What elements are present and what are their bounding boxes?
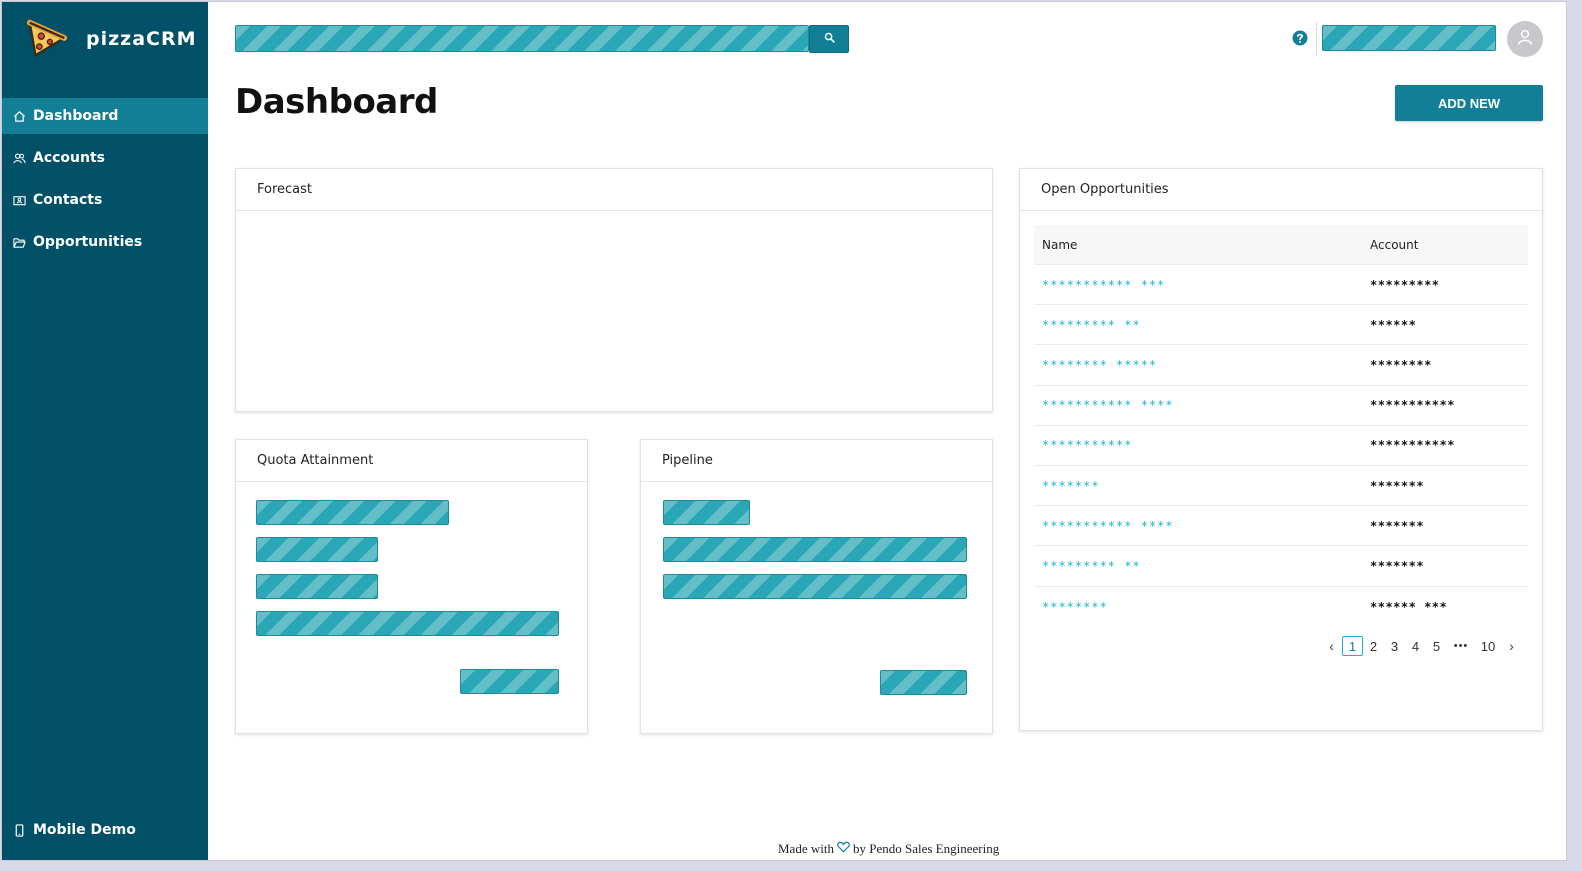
pipeline-placeholder-bar: [663, 537, 967, 562]
table-row: ********* ** ******: [1034, 305, 1528, 346]
pipeline-card: Pipeline: [640, 439, 993, 734]
footer-made-with: Made with: [778, 841, 834, 856]
pizza-logo-icon[interactable]: [24, 14, 70, 62]
card-title: Forecast: [236, 169, 992, 211]
table-row: *********** **** *******: [1034, 506, 1528, 547]
table-row: ******** ***** ********: [1034, 345, 1528, 386]
mobile-demo-link[interactable]: Mobile Demo: [2, 816, 208, 844]
heart-icon: [837, 841, 850, 857]
footer: Made with by Pendo Sales Engineering: [778, 841, 999, 857]
card-title: Quota Attainment: [236, 440, 587, 482]
pagination-prev-icon[interactable]: ‹: [1321, 636, 1342, 656]
table-row: *********** ***********: [1034, 426, 1528, 466]
account-name: ********: [1370, 357, 1432, 372]
pagination-ellipsis-icon[interactable]: •••: [1447, 636, 1475, 656]
card-title: Open Opportunities: [1020, 169, 1542, 211]
opportunity-name-link[interactable]: ******** *****: [1034, 358, 1363, 372]
pipeline-placeholder-bar: [663, 574, 967, 599]
mobile-demo-label: Mobile Demo: [33, 822, 136, 838]
table-row: *********** *** *********: [1034, 265, 1528, 306]
opportunity-name-link[interactable]: *******: [1034, 479, 1363, 493]
account-name: ****** ***: [1370, 599, 1448, 614]
search-icon: [824, 30, 835, 48]
quota-placeholder-button[interactable]: [460, 669, 559, 694]
sidebar-item-accounts[interactable]: Accounts: [2, 140, 208, 176]
add-new-button[interactable]: ADD NEW: [1395, 85, 1543, 121]
quota-placeholder-bar: [256, 574, 378, 599]
page-10-button[interactable]: 10: [1475, 636, 1501, 656]
sidebar-item-label: Contacts: [33, 192, 103, 208]
table-row: ******** ****** ***: [1034, 587, 1528, 627]
pagination: ‹ 1 2 3 4 5 ••• 10 ›: [1321, 636, 1522, 656]
avatar[interactable]: [1507, 21, 1543, 57]
mobile-phone-icon: [12, 823, 26, 837]
opportunity-name-link[interactable]: ***********: [1034, 438, 1363, 452]
table-row: *********** **** ***********: [1034, 386, 1528, 426]
account-name: *******: [1370, 558, 1425, 573]
quota-placeholder-bar: [256, 611, 559, 636]
sidebar-item-opportunities[interactable]: Opportunities: [2, 224, 208, 260]
account-name: *******: [1370, 478, 1425, 493]
search-button[interactable]: [809, 25, 849, 53]
users-icon: [12, 151, 26, 165]
sidebar-item-label: Opportunities: [33, 234, 143, 250]
user-icon: [1516, 28, 1534, 51]
page-5-button[interactable]: 5: [1426, 636, 1447, 656]
contact-card-icon: [12, 193, 26, 207]
table-row: ********* ** *******: [1034, 546, 1528, 587]
card-title: Pipeline: [641, 440, 992, 482]
pipeline-placeholder-bar: [663, 500, 750, 525]
forecast-card: Forecast: [235, 168, 993, 412]
opportunity-name-link[interactable]: ********* **: [1034, 318, 1363, 332]
column-header-account[interactable]: Account: [1363, 238, 1528, 252]
pagination-next-icon[interactable]: ›: [1501, 636, 1522, 656]
folder-open-icon: [12, 235, 26, 249]
quota-attainment-card: Quota Attainment: [235, 439, 588, 734]
table-row: ******* *******: [1034, 466, 1528, 507]
pipeline-placeholder-button[interactable]: [880, 670, 967, 695]
page-2-button[interactable]: 2: [1363, 636, 1384, 656]
page-3-button[interactable]: 3: [1384, 636, 1405, 656]
footer-by-text: by Pendo Sales Engineering: [852, 841, 1000, 856]
sidebar: pizzaCRM Dashboard Accounts Contacts Opp…: [2, 2, 208, 860]
open-opportunities-card: Open Opportunities Name Account ********…: [1019, 168, 1543, 731]
search-input[interactable]: [235, 25, 809, 52]
opportunity-name-link[interactable]: ********* **: [1034, 559, 1363, 573]
page-1-button[interactable]: 1: [1342, 636, 1363, 656]
page-4-button[interactable]: 4: [1405, 636, 1426, 656]
app-window: pizzaCRM Dashboard Accounts Contacts Opp…: [1, 1, 1567, 861]
sidebar-item-label: Accounts: [33, 150, 106, 166]
table-header: Name Account: [1034, 225, 1528, 265]
home-icon: [12, 109, 26, 123]
opportunities-table: Name Account *********** *** ********* *…: [1034, 225, 1528, 627]
sidebar-item-contacts[interactable]: Contacts: [2, 182, 208, 218]
opportunity-name-link[interactable]: ********: [1034, 600, 1363, 614]
account-name: *******: [1370, 518, 1425, 533]
opportunity-name-link[interactable]: *********** ***: [1034, 278, 1363, 292]
user-name-field[interactable]: [1322, 25, 1496, 51]
sidebar-item-dashboard[interactable]: Dashboard: [2, 98, 208, 134]
account-name: ***********: [1370, 438, 1455, 453]
account-name: ***********: [1370, 398, 1455, 413]
column-header-name[interactable]: Name: [1034, 238, 1363, 252]
sidebar-nav: Dashboard Accounts Contacts Opportunitie…: [2, 98, 208, 266]
account-name: *********: [1370, 277, 1440, 292]
page-title: Dashboard: [235, 82, 438, 122]
help-icon[interactable]: [1291, 29, 1309, 47]
opportunity-name-link[interactable]: *********** ****: [1034, 398, 1363, 412]
header-divider: [1316, 22, 1317, 56]
quota-placeholder-bar: [256, 537, 378, 562]
app-name: pizzaCRM: [86, 28, 197, 50]
sidebar-item-label: Dashboard: [33, 108, 119, 124]
account-name: ******: [1370, 317, 1417, 332]
opportunity-name-link[interactable]: *********** ****: [1034, 519, 1363, 533]
quota-placeholder-bar: [256, 500, 449, 525]
